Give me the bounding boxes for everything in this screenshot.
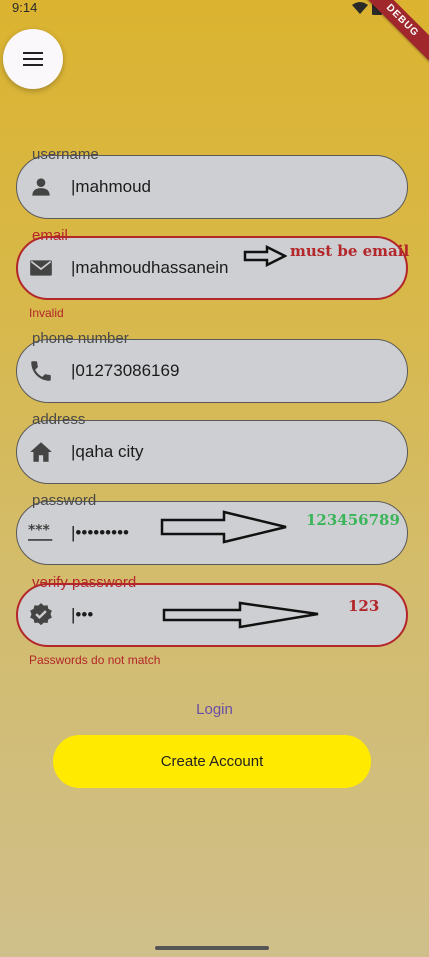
username-label: username: [32, 146, 99, 163]
status-time: 9:14: [12, 0, 38, 15]
mail-icon: [30, 260, 52, 276]
address-field[interactable]: address |qaha city: [16, 411, 408, 484]
status-bar: 9:14: [0, 0, 429, 18]
username-value[interactable]: |mahmoud: [71, 177, 151, 197]
email-label: email: [32, 227, 68, 244]
verified-icon: [30, 603, 52, 626]
phone-icon: [31, 361, 51, 381]
login-link[interactable]: Login: [0, 701, 429, 718]
person-icon: [32, 178, 50, 196]
verify-password-annotation-arrow: [162, 601, 319, 629]
phone-value[interactable]: |01273086169: [71, 361, 179, 381]
username-field[interactable]: username |mahmoud: [16, 146, 408, 219]
email-value[interactable]: |mahmoudhassanein: [71, 258, 229, 278]
email-annotation-arrow: [243, 245, 287, 267]
gesture-nav-handle[interactable]: [155, 946, 269, 950]
hamburger-menu-icon: [23, 52, 43, 66]
password-label: password: [32, 492, 97, 509]
address-label: address: [32, 411, 86, 428]
password-annotation: 123456789: [306, 511, 400, 529]
home-icon: [30, 442, 52, 462]
address-value[interactable]: |qaha city: [71, 442, 143, 462]
verify-password-label: verify password: [32, 574, 137, 591]
create-account-button[interactable]: Create Account: [53, 735, 371, 788]
verify-password-error: Passwords do not match: [29, 653, 161, 667]
wifi-icon: [352, 2, 368, 14]
email-annotation: must be email: [290, 242, 410, 260]
phone-label: phone number: [32, 330, 129, 347]
password-annotation-arrow: [160, 510, 287, 544]
email-error: Invalid: [29, 306, 64, 320]
menu-button[interactable]: [3, 29, 63, 89]
password-value[interactable]: |•••••••••: [71, 523, 129, 543]
verify-password-value[interactable]: |•••: [71, 605, 93, 625]
svg-text:***: ***: [28, 523, 50, 539]
verify-password-annotation: 123: [348, 597, 380, 615]
phone-field[interactable]: phone number |01273086169: [16, 330, 408, 403]
password-icon: ***: [28, 523, 53, 541]
